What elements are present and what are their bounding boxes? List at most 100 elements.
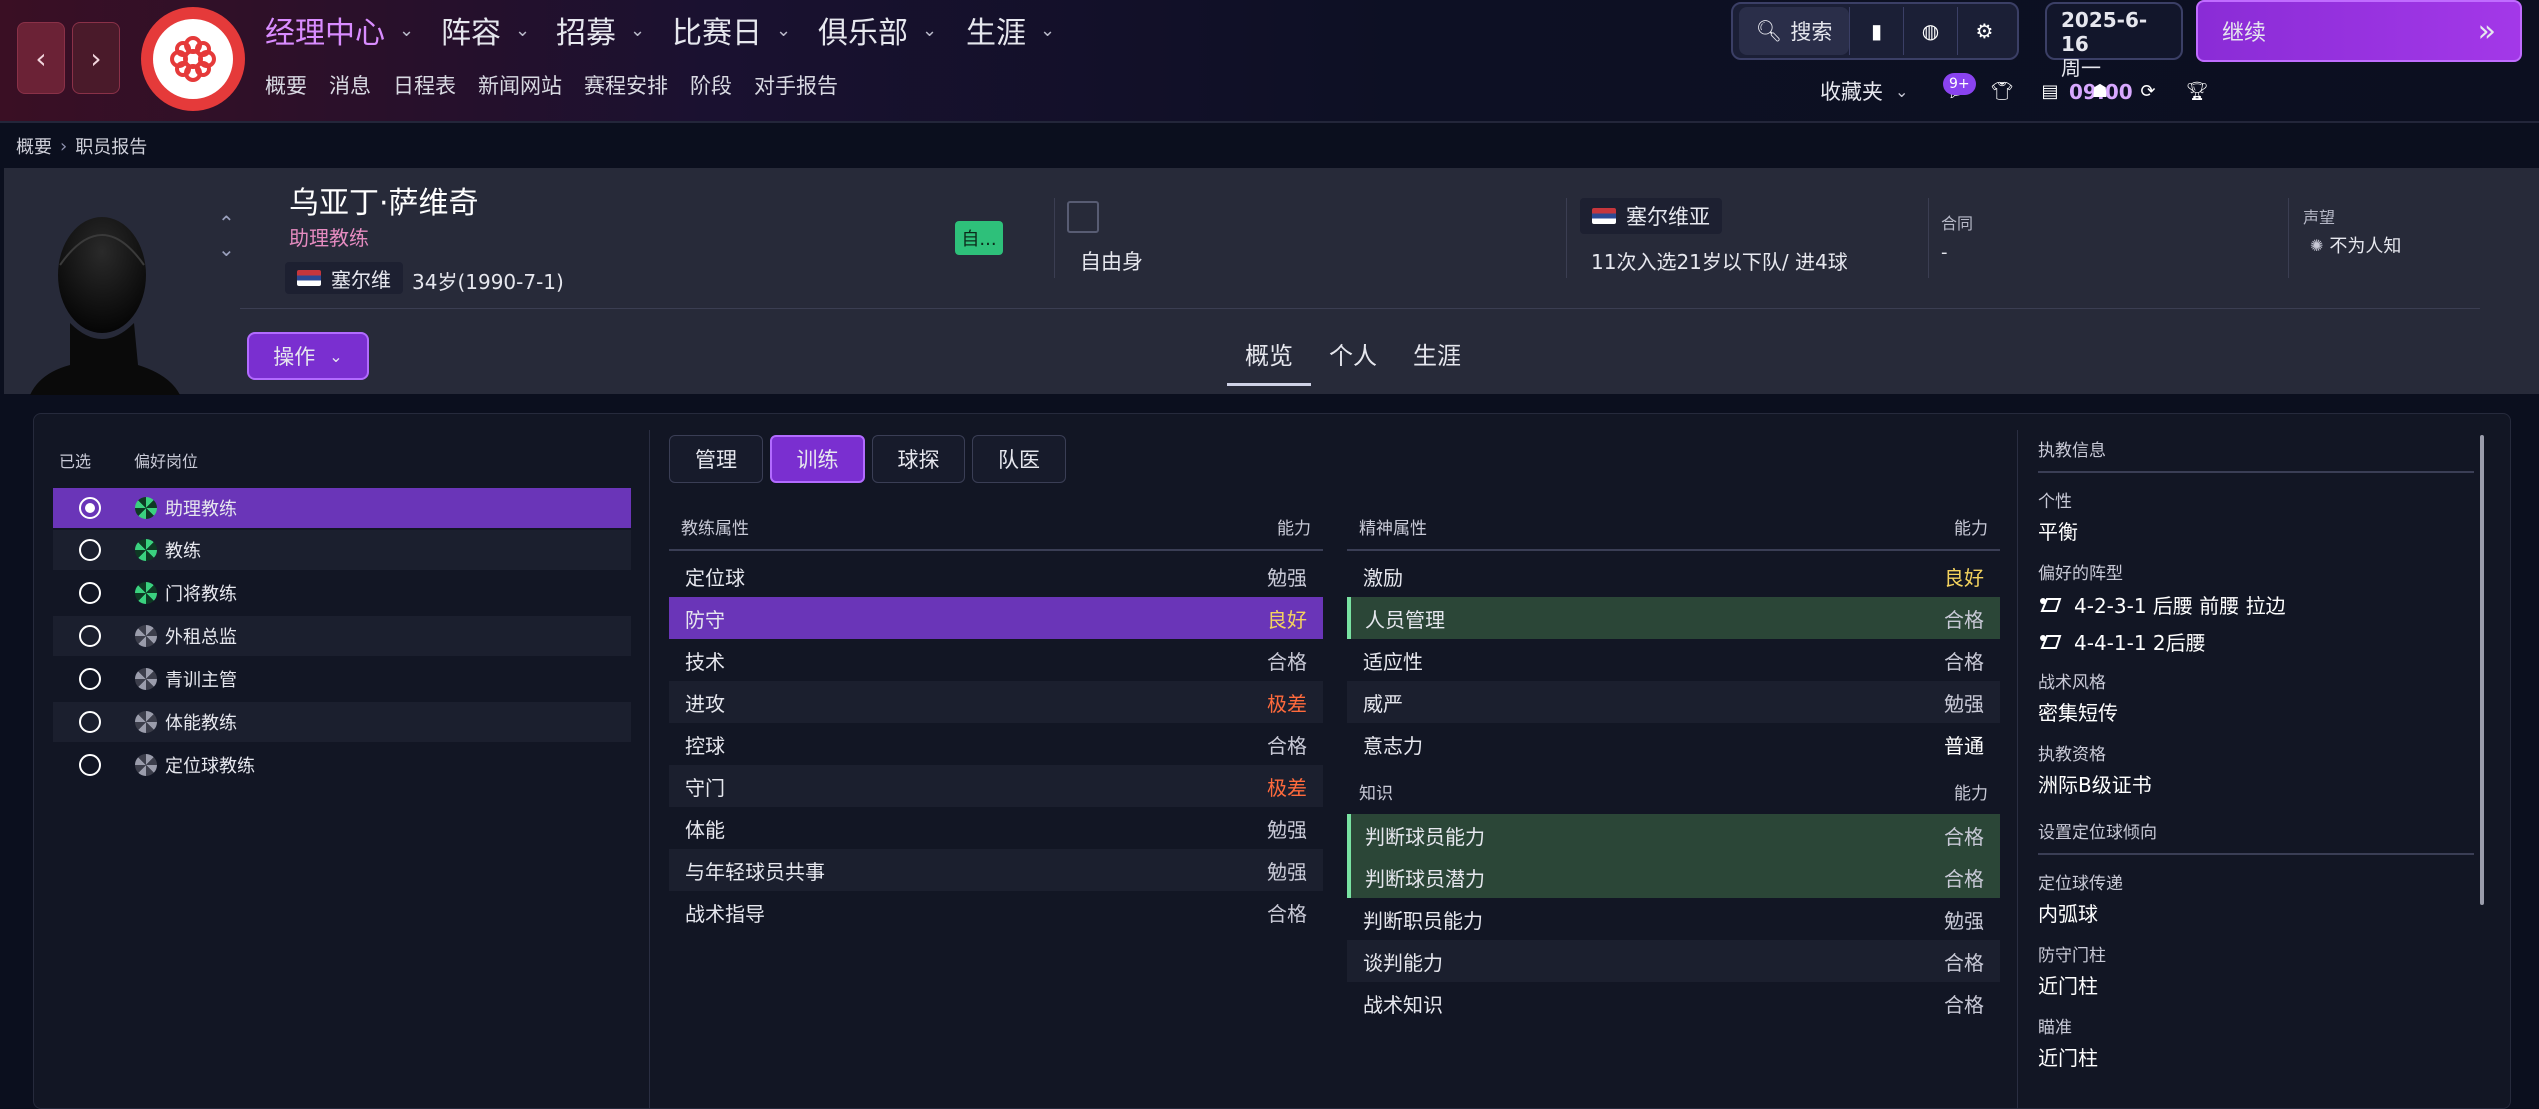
subnav-item-stages[interactable]: 阶段	[690, 70, 732, 104]
radio-icon[interactable]	[79, 668, 101, 690]
main-nav-career[interactable]: 生涯 ⌄	[966, 8, 1055, 52]
tab-scouting[interactable]: 球探	[872, 435, 965, 483]
tab-medical[interactable]: 队医	[972, 435, 1066, 483]
attribute-row[interactable]: 技术 合格	[669, 639, 1323, 681]
selected-column-header: 已选	[59, 452, 92, 471]
back-button[interactable]: ‹	[17, 22, 65, 94]
toolbar-group: 🔍︎ 搜索 ▮ ◍ ⚙	[1731, 2, 2019, 60]
attribute-row[interactable]: 人员管理 合格	[1347, 597, 2000, 639]
subnav-item-opposition-report[interactable]: 对手报告	[754, 70, 838, 104]
role-row[interactable]: 体能教练	[53, 702, 631, 742]
clipboard-button[interactable]: ▤	[2035, 76, 2065, 106]
globe-button[interactable]: ◍	[1903, 7, 1957, 55]
tab-management[interactable]: 管理	[669, 435, 763, 483]
radio-selected-icon[interactable]	[79, 497, 101, 519]
attribute-row[interactable]: 定位球 勉强	[669, 555, 1323, 597]
role-row[interactable]: 门将教练	[53, 573, 631, 613]
attribute-row[interactable]: 谈判能力 合格	[1347, 940, 2000, 982]
tab-training[interactable]: 训练	[770, 435, 865, 483]
subnav-item-messages[interactable]: 消息	[329, 70, 371, 104]
club-logo[interactable]	[141, 7, 245, 111]
subnav-item-calendar[interactable]: 日程表	[393, 70, 456, 104]
forward-button[interactable]: ›	[72, 22, 120, 94]
attribute-row[interactable]: 控球 合格	[669, 723, 1323, 765]
tab-personal[interactable]: 个人	[1311, 332, 1395, 386]
nationality-badge[interactable]: 塞尔维	[285, 262, 403, 294]
game-date-box[interactable]: 2025-6-16 周一09:00	[2045, 2, 2183, 104]
settings-button[interactable]: ⚙	[1957, 7, 2011, 55]
status-badge[interactable]: 自...	[955, 221, 1003, 255]
subnav-item-fixtures[interactable]: 赛程安排	[584, 70, 668, 104]
attribute-value: 合格	[1944, 866, 1984, 891]
chevron-down-icon[interactable]: ⌄	[218, 236, 235, 262]
formation-item[interactable]: 4-2-3-1 后腰 前腰 拉边	[2038, 590, 2478, 619]
nav-label: 俱乐部	[818, 16, 908, 51]
action-dropdown-button[interactable]: 操作 ⌄	[247, 332, 369, 380]
nation-full-badge[interactable]: 塞尔维亚	[1580, 198, 1722, 234]
staff-button[interactable]: ☗	[2085, 76, 2115, 106]
radio-icon[interactable]	[79, 625, 101, 647]
scrollbar[interactable]	[2480, 435, 2484, 905]
attribute-row[interactable]: 判断职员能力 勉强	[1347, 898, 2000, 940]
kit-button[interactable]: 👕︎	[1987, 76, 2017, 106]
continue-button[interactable]: 继续 »	[2196, 0, 2522, 62]
main-nav-manager-center[interactable]: 经理中心 ⌄	[265, 8, 414, 52]
attribute-row[interactable]: 与年轻球员共事 勉强	[669, 849, 1323, 891]
attribute-row[interactable]: 激励 良好	[1347, 555, 2000, 597]
breadcrumb-item-overview[interactable]: 概要	[16, 133, 52, 159]
attribute-value: 合格	[1267, 733, 1307, 758]
role-row[interactable]: 外租总监	[53, 616, 631, 656]
attribute-row[interactable]: 进攻 极差	[669, 681, 1323, 723]
subnav-item-news[interactable]: 新闻网站	[478, 70, 562, 104]
attribute-row[interactable]: 防守 良好	[669, 597, 1323, 639]
formation-value: 4-4-1-1 2后腰	[2074, 631, 2206, 655]
attribute-row[interactable]: 判断球员潜力 合格	[1347, 856, 2000, 898]
divider	[1566, 198, 1567, 278]
attribute-row[interactable]: 适应性 合格	[1347, 639, 2000, 681]
formation-value: 4-2-3-1 后腰 前腰 拉边	[2074, 594, 2286, 618]
coaching-info-panel: 执教信息 个性 平衡 偏好的阵型 4-2-3-1 后腰 前腰 拉边 4-4-1-…	[2038, 436, 2478, 1071]
role-row[interactable]: 定位球教练	[53, 745, 631, 785]
attribute-value: 良好	[1944, 565, 1984, 590]
staff-silhouette-avatar	[30, 217, 180, 395]
attribute-value: 普通	[1944, 733, 1984, 758]
staff-navigation-arrows[interactable]: ⌃ ⌄	[218, 210, 235, 262]
attribute-row[interactable]: 威严 勉强	[1347, 681, 2000, 723]
attribute-row[interactable]: 战术知识 合格	[1347, 982, 2000, 1024]
radio-icon[interactable]	[79, 539, 101, 561]
mental-attributes-table: 精神属性 能力 激励 良好 人员管理 合格 适应性 合格 威严 勉强 意志力 普通 知识 …	[1347, 514, 2000, 1024]
role-row[interactable]: 青训主管	[53, 659, 631, 699]
nav-label: 招募	[556, 16, 616, 51]
main-nav-matchday[interactable]: 比赛日 ⌄	[672, 8, 791, 52]
formation-item[interactable]: 4-4-1-1 2后腰	[2038, 627, 2478, 656]
favorites-dropdown[interactable]: 收藏夹 ⌄	[1820, 76, 1908, 106]
ability-header: 能力	[1954, 784, 1988, 804]
chevron-down-icon: ⌄	[399, 19, 415, 41]
refresh-button[interactable]: ⟳	[2133, 76, 2163, 106]
style-label: 战术风格	[2038, 673, 2106, 693]
profile-tabs: 概览 个人 生涯	[1227, 332, 1479, 386]
clipboard-icon: ▤	[2041, 80, 2059, 102]
attribute-row[interactable]: 守门 极差	[669, 765, 1323, 807]
chevron-down-icon: ⌄	[1895, 81, 1909, 101]
main-nav-recruitment[interactable]: 招募 ⌄	[556, 8, 645, 52]
attribute-row[interactable]: 战术指导 合格	[669, 891, 1323, 933]
attribute-value: 合格	[1944, 649, 1984, 674]
main-nav-club[interactable]: 俱乐部 ⌄	[818, 8, 937, 52]
trophy-button[interactable]: 🏆︎	[2182, 76, 2212, 106]
search-button[interactable]: 🔍︎ 搜索	[1739, 7, 1849, 55]
main-nav-squad[interactable]: 阵容 ⌄	[441, 8, 530, 52]
role-row[interactable]: 助理教练	[53, 488, 631, 528]
subnav-item-overview[interactable]: 概要	[265, 70, 307, 104]
radio-icon[interactable]	[79, 711, 101, 733]
attribute-row[interactable]: 体能 勉强	[669, 807, 1323, 849]
radio-icon[interactable]	[79, 754, 101, 776]
tab-career[interactable]: 生涯	[1395, 332, 1479, 386]
attribute-row[interactable]: 意志力 普通	[1347, 723, 2000, 765]
attribute-row[interactable]: 判断球员能力 合格	[1347, 814, 2000, 856]
role-row[interactable]: 教练	[53, 530, 631, 570]
tab-overview[interactable]: 概览	[1227, 332, 1311, 386]
bookmark-button[interactable]: ▮	[1849, 7, 1903, 55]
radio-icon[interactable]	[79, 582, 101, 604]
chevron-up-icon[interactable]: ⌃	[218, 210, 235, 236]
